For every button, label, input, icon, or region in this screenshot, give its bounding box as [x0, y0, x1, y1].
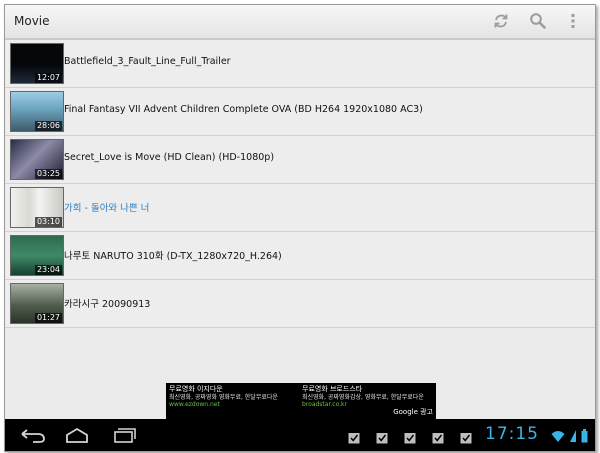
sync-icon[interactable] — [492, 12, 510, 30]
notification-icon[interactable] — [376, 429, 388, 444]
video-title: 나루토 NARUTO 310화 (D-TX_1280x720_H.264) — [64, 251, 282, 262]
screen-frame: Movie 12:07 Battlefield_3_Fault_Line_Ful… — [4, 4, 596, 452]
battery-icon — [581, 428, 588, 447]
video-thumbnail: 28:06 — [10, 91, 64, 132]
wifi-icon — [551, 428, 565, 447]
video-duration: 03:10 — [34, 217, 62, 227]
back-icon[interactable] — [19, 426, 47, 444]
video-title: 가희 - 돌아와 나쁜 너 — [64, 203, 150, 214]
search-icon[interactable] — [529, 12, 547, 30]
system-bar: 17:15 — [5, 419, 595, 451]
video-row[interactable]: 03:10 가희 - 돌아와 나쁜 너 — [5, 184, 595, 232]
video-list: 12:07 Battlefield_3_Fault_Line_Full_Trai… — [5, 40, 595, 328]
video-row[interactable]: 28:06 Final Fantasy VII Advent Children … — [5, 88, 595, 136]
video-title: Battlefield_3_Fault_Line_Full_Trailer — [64, 56, 231, 67]
ad-description: 최신영화, 공짜영화 영화무료, 한달무료다운 — [169, 394, 278, 401]
ad-banner[interactable]: 무료영화 이지다운 최신영화, 공짜영화 영화무료, 한달무료다운 www.ez… — [166, 383, 436, 419]
video-title: Secret_Love is Move (HD Clean) (HD-1080p… — [64, 152, 275, 163]
video-duration: 01:27 — [34, 313, 62, 323]
overflow-menu-icon[interactable] — [568, 12, 586, 30]
video-row[interactable]: 23:04 나루토 NARUTO 310화 (D-TX_1280x720_H.2… — [5, 232, 595, 280]
video-duration: 03:25 — [34, 169, 62, 179]
ad-item[interactable]: 무료영화 브로드스타 최신영화, 공짜영화감상, 영화무료, 한달무료다운 br… — [302, 385, 432, 409]
video-duration: 28:06 — [34, 121, 62, 131]
video-thumbnail: 03:10 — [10, 187, 64, 228]
signal-icon — [569, 428, 577, 447]
ad-tag: Google 광고 — [393, 408, 433, 416]
ad-item[interactable]: 무료영화 이지다운 최신영화, 공짜영화 영화무료, 한달무료다운 www.ez… — [169, 385, 299, 409]
ad-title: 무료영화 브로드스타 — [302, 385, 363, 393]
video-thumbnail: 03:25 — [10, 139, 64, 180]
video-duration: 12:07 — [34, 73, 62, 83]
video-row[interactable]: 12:07 Battlefield_3_Fault_Line_Full_Trai… — [5, 40, 595, 88]
app-title: Movie — [14, 14, 50, 28]
notification-icon[interactable] — [404, 429, 416, 444]
notification-icon[interactable] — [460, 429, 472, 444]
video-row[interactable]: 01:27 카라시구 20090913 — [5, 280, 595, 328]
ad-description: 최신영화, 공짜영화감상, 영화무료, 한달무료다운 — [302, 394, 424, 401]
notification-icon[interactable] — [348, 429, 360, 444]
video-thumbnail: 23:04 — [10, 235, 64, 276]
home-icon[interactable] — [63, 426, 91, 444]
notification-icon[interactable] — [432, 429, 444, 444]
ad-url[interactable]: www.ezdown.net — [169, 401, 299, 409]
video-row[interactable]: 03:25 Secret_Love is Move (HD Clean) (HD… — [5, 136, 595, 184]
video-title: 카라시구 20090913 — [64, 299, 151, 310]
recent-apps-icon[interactable] — [111, 426, 139, 444]
clock[interactable]: 17:15 — [485, 424, 539, 444]
video-thumbnail: 12:07 — [10, 43, 64, 84]
ad-title: 무료영화 이지다운 — [169, 385, 223, 393]
video-duration: 23:04 — [34, 265, 62, 275]
video-thumbnail: 01:27 — [10, 283, 64, 324]
video-title: Final Fantasy VII Advent Children Comple… — [64, 104, 423, 115]
action-bar: Movie — [5, 5, 595, 40]
